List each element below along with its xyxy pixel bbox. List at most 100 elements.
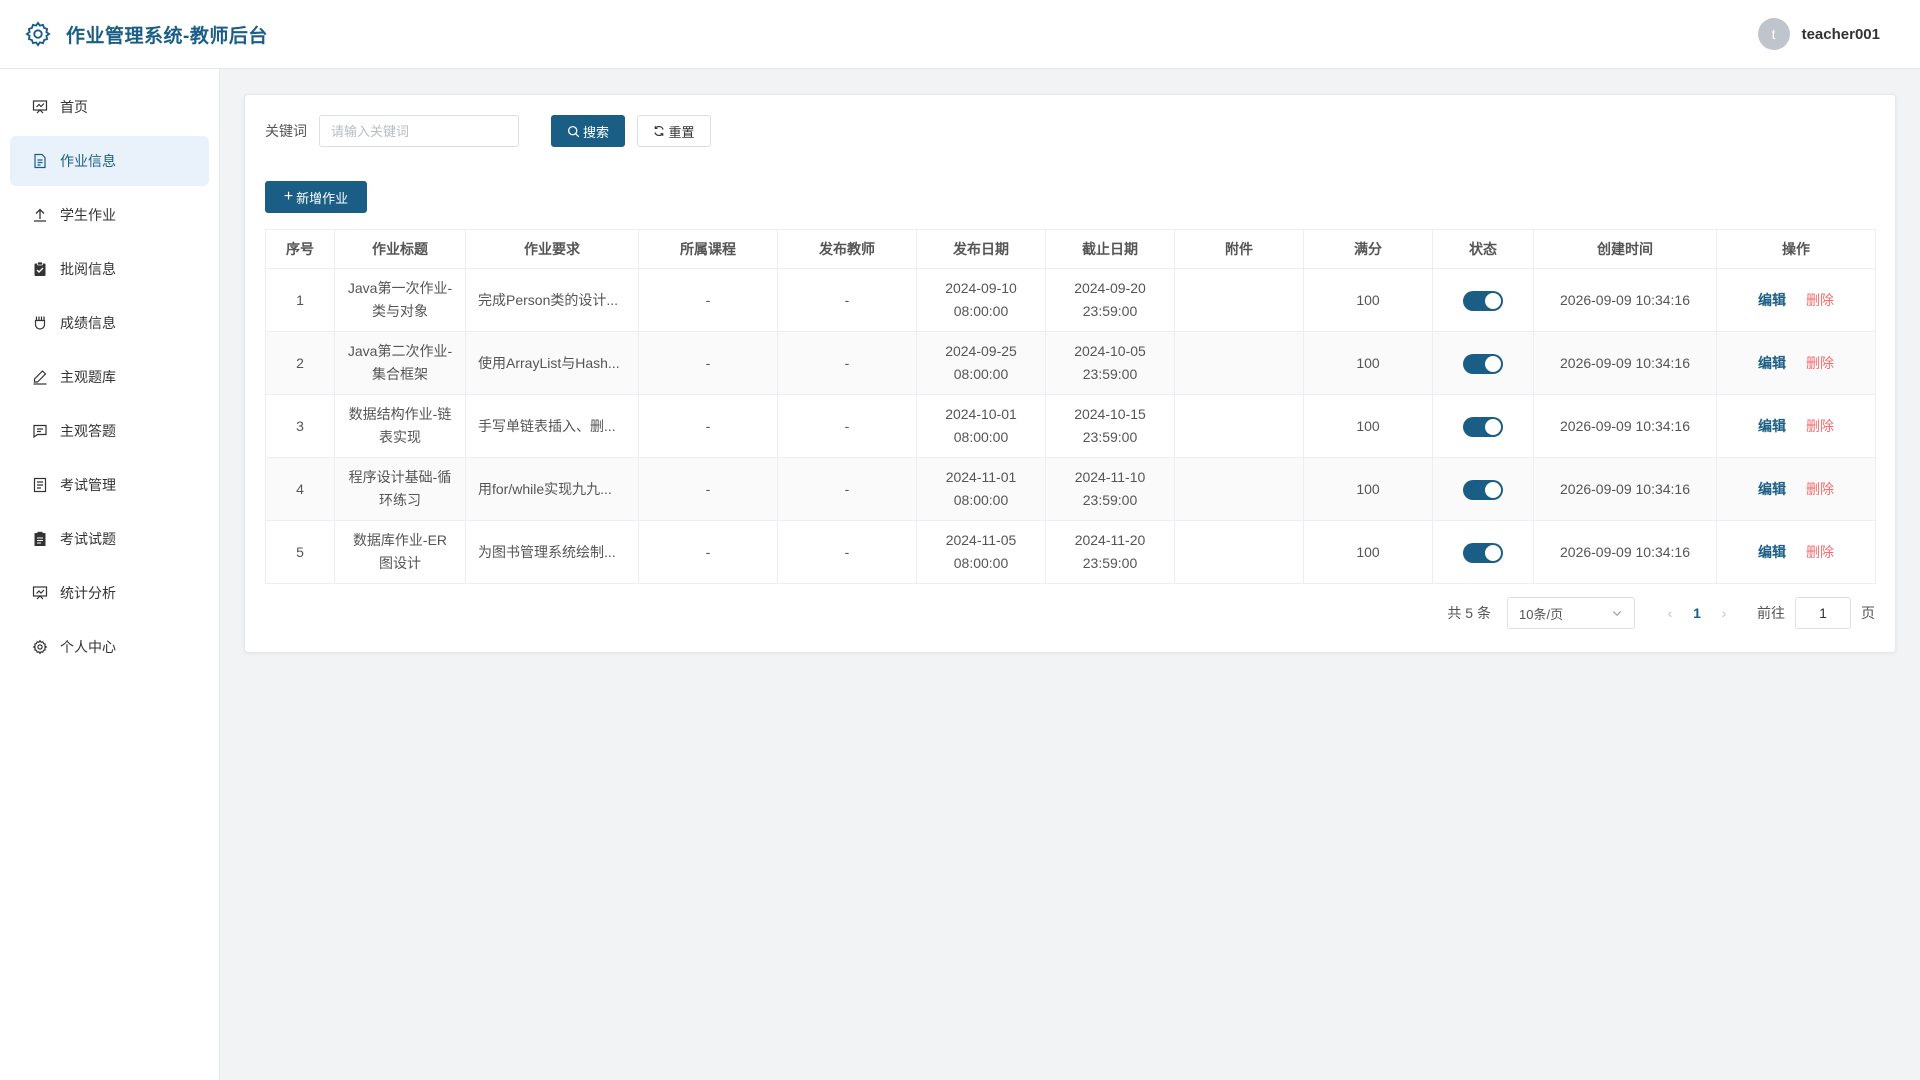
edit-button[interactable]: 编辑 (1758, 481, 1786, 497)
cell-full-score: 100 (1303, 394, 1433, 458)
cell-deadline: 2024-10-05 23:59:00 (1045, 331, 1175, 395)
cell-publish-date: 2024-09-25 08:00:00 (916, 331, 1046, 395)
cell-index: 4 (265, 457, 335, 521)
column-header: 截止日期 (1045, 229, 1175, 269)
prev-page-button[interactable]: ‹ (1659, 605, 1681, 621)
delete-button[interactable]: 删除 (1806, 544, 1834, 560)
cell-deadline: 2024-11-10 23:59:00 (1045, 457, 1175, 521)
total-count: 共 5 条 (1447, 605, 1491, 621)
sidebar-item-grade-info[interactable]: 成绩信息 (10, 298, 209, 348)
status-toggle[interactable] (1463, 542, 1503, 563)
cell-actions: 编辑 删除 (1716, 457, 1876, 521)
add-homework-button[interactable]: + 新增作业 (265, 181, 367, 213)
sidebar-item-label: 个人中心 (60, 639, 116, 655)
cell-teacher: - (777, 394, 917, 458)
time-line: 08:00:00 (953, 366, 1009, 382)
title-line: 图设计 (379, 555, 421, 571)
sidebar-item-review-info[interactable]: 批阅信息 (10, 244, 209, 294)
cell-status (1432, 331, 1534, 395)
status-toggle[interactable] (1463, 416, 1503, 437)
document-icon (32, 153, 48, 169)
delete-button[interactable]: 删除 (1806, 355, 1834, 371)
sidebar-item-label: 首页 (60, 99, 88, 115)
cell-teacher: - (777, 268, 917, 332)
username[interactable]: teacher001 (1802, 26, 1880, 43)
edit-button[interactable]: 编辑 (1758, 292, 1786, 308)
delete-button[interactable]: 删除 (1806, 292, 1834, 308)
sidebar-item-subjective-bank[interactable]: 主观题库 (10, 352, 209, 402)
plus-icon: + (283, 188, 294, 205)
cell-publish-date: 2024-09-10 08:00:00 (916, 268, 1046, 332)
date-line: 2024-11-05 (945, 532, 1017, 548)
goto-page-input[interactable] (1795, 597, 1851, 629)
title-line: Java第二次作业- (347, 343, 453, 359)
cell-status (1432, 268, 1534, 332)
cell-attachment (1174, 268, 1304, 332)
date-line: 2024-10-15 (1074, 406, 1146, 422)
cell-attachment (1174, 520, 1304, 584)
sidebar-item-label: 批阅信息 (60, 261, 116, 277)
edit-button[interactable]: 编辑 (1758, 355, 1786, 371)
status-toggle[interactable] (1463, 290, 1503, 311)
cell-actions: 编辑 删除 (1716, 520, 1876, 584)
cell-teacher: - (777, 457, 917, 521)
sidebar-item-label: 主观题库 (60, 369, 116, 385)
status-toggle[interactable] (1463, 353, 1503, 374)
brand: 作业管理系统-教师后台 (24, 20, 268, 48)
keyword-label: 关键词 (265, 123, 307, 139)
page-size-select[interactable]: 10条/页 (1507, 597, 1635, 629)
sidebar-item-subjective-answer[interactable]: 主观答题 (10, 406, 209, 456)
status-toggle[interactable] (1463, 479, 1503, 500)
sidebar-item-statistics[interactable]: 统计分析 (10, 568, 209, 618)
sidebar-item-profile[interactable]: 个人中心 (10, 622, 209, 672)
cell-deadline: 2024-09-20 23:59:00 (1045, 268, 1175, 332)
column-header: 满分 (1303, 229, 1433, 269)
cell-requirement: 为图书管理系统绘制... (465, 520, 639, 584)
title-line: 程序设计基础-循 (348, 469, 452, 485)
time-line: 08:00:00 (953, 303, 1009, 319)
table-row: 2 Java第二次作业- 集合框架 使用ArrayList与Hash... - -… (265, 331, 1876, 395)
delete-button[interactable]: 删除 (1806, 418, 1834, 434)
page-size-value: 10条/页 (1519, 606, 1564, 622)
keyword-input[interactable] (319, 115, 519, 147)
cell-course: - (638, 394, 778, 458)
sidebar-item-exam-questions[interactable]: 考试试题 (10, 514, 209, 564)
edit-button[interactable]: 编辑 (1758, 418, 1786, 434)
toggle-knob (1485, 481, 1501, 498)
time-line: 23:59:00 (1082, 492, 1138, 508)
table-row: 1 Java第一次作业- 类与对象 完成Person类的设计... - - 202… (265, 268, 1876, 332)
column-header: 附件 (1174, 229, 1304, 269)
goto-label: 前往 (1757, 605, 1785, 621)
column-header: 作业要求 (465, 229, 639, 269)
sidebar-item-student-homework[interactable]: 学生作业 (10, 190, 209, 240)
cell-attachment (1174, 394, 1304, 458)
sidebar-item-exam-management[interactable]: 考试管理 (10, 460, 209, 510)
chart-icon (32, 585, 48, 601)
table-row: 5 数据库作业-ER 图设计 为图书管理系统绘制... - - 2024-11-0… (265, 520, 1876, 584)
next-page-button[interactable]: › (1713, 605, 1735, 621)
search-button[interactable]: 搜索 (551, 115, 625, 147)
delete-button[interactable]: 删除 (1806, 481, 1834, 497)
cell-status (1432, 457, 1534, 521)
cell-requirement: 用for/while实现九九... (465, 457, 639, 521)
avatar[interactable]: t (1757, 18, 1790, 50)
search-button-label: 搜索 (582, 124, 609, 140)
sidebar-item-label: 考试试题 (60, 531, 116, 547)
reset-button-label: 重置 (668, 124, 695, 140)
cell-course: - (638, 268, 778, 332)
edit-pen-icon (32, 369, 48, 385)
reset-button[interactable]: 重置 (637, 115, 711, 147)
user-menu[interactable]: t teacher001 (1757, 18, 1896, 50)
cell-teacher: - (777, 520, 917, 584)
clipboard-icon (32, 261, 48, 277)
page-number-current[interactable]: 1 (1681, 605, 1713, 621)
dashboard-icon (32, 99, 48, 115)
sidebar-item-home[interactable]: 首页 (10, 82, 209, 132)
column-header: 发布日期 (916, 229, 1046, 269)
column-header: 创建时间 (1533, 229, 1717, 269)
cell-index: 1 (265, 268, 335, 332)
edit-button[interactable]: 编辑 (1758, 544, 1786, 560)
cell-actions: 编辑 删除 (1716, 331, 1876, 395)
homework-table: 序号 作业标题 作业要求 所属课程 发布教师 发布日期 截止日期 附件 满分 状… (265, 229, 1876, 584)
sidebar-item-homework-info[interactable]: 作业信息 (10, 136, 209, 186)
